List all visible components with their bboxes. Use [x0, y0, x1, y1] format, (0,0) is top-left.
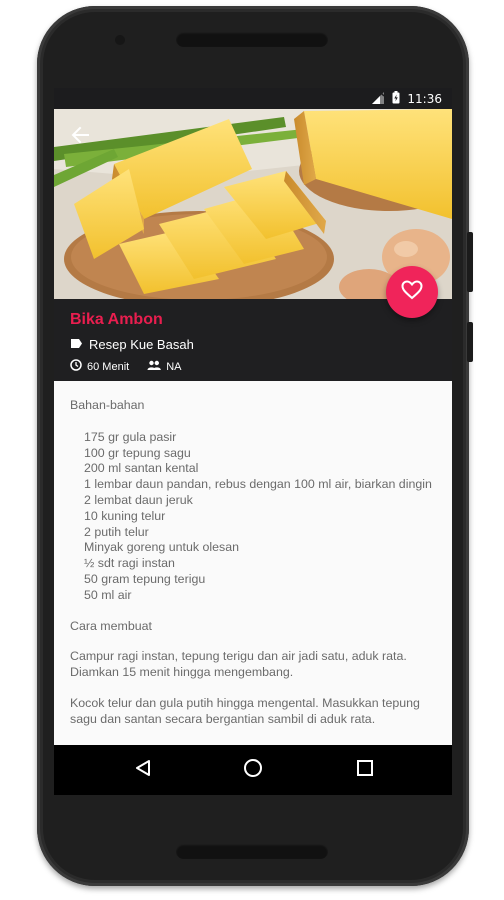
heart-icon: [401, 279, 423, 305]
ingredient-item: 200 ml santan kental: [84, 461, 199, 476]
category-label: Resep Kue Basah: [89, 337, 194, 352]
recipe-hero-image: [54, 109, 452, 299]
nav-recents-button[interactable]: [352, 757, 378, 783]
top-speaker: [176, 32, 328, 47]
arrow-back-icon: [71, 126, 89, 149]
clock-icon: [70, 359, 82, 374]
app-screen: 11:36 Bika Ambon Resep Kue Basah 60 Meni…: [54, 88, 452, 795]
duration-label: 60 Menit: [87, 360, 130, 373]
tag-icon: [70, 337, 83, 352]
ingredient-item: 100 gr tepung sagu: [84, 445, 191, 460]
back-button[interactable]: [66, 123, 94, 151]
ingredient-item: ½ sdt ragi instan: [84, 556, 175, 571]
recipe-meta: 60 Menit NA: [70, 359, 181, 374]
ingredients-list: 175 gr gula pasir 100 gr tepung sagu 200…: [70, 430, 440, 604]
bika-ambon-photo: [54, 109, 452, 299]
status-time: 11:36: [407, 92, 442, 106]
ingredient-item: Minyak goreng untuk olesan: [84, 540, 239, 555]
servings-label: NA: [166, 360, 182, 373]
ingredients-heading: Bahan-bahan: [70, 398, 145, 412]
nav-back-button[interactable]: [130, 757, 156, 783]
ingredient-item: 50 ml air: [84, 587, 132, 602]
status-bar: 11:36: [54, 88, 452, 109]
method-step: Kocok telur dan gula putih hingga mengen…: [70, 695, 420, 726]
recipe-category: Resep Kue Basah: [70, 337, 194, 352]
recipe-info-header: Bika Ambon Resep Kue Basah 60 Menit NA: [54, 299, 452, 381]
volume-button: [467, 232, 473, 292]
favorite-button[interactable]: [386, 266, 438, 318]
ingredient-item: 2 lembat daun jeruk: [84, 492, 193, 507]
bottom-speaker: [176, 844, 328, 859]
method-step: Campur ragi instan, tepung terigu dan ai…: [70, 649, 407, 680]
triangle-back-icon: [134, 759, 152, 782]
ingredient-item: 10 kuning telur: [84, 508, 166, 523]
ingredient-item: 1 lembar daun pandan, rebus dengan 100 m…: [84, 477, 432, 492]
square-recents-icon: [356, 759, 374, 782]
ingredient-item: 50 gram tepung terigu: [84, 571, 206, 586]
recipe-title: Bika Ambon: [70, 311, 163, 328]
circle-home-icon: [243, 758, 263, 783]
power-button: [467, 322, 473, 362]
nav-home-button[interactable]: [240, 757, 266, 783]
signal-icon: [372, 91, 385, 107]
battery-icon: [392, 91, 400, 107]
method-heading: Cara membuat: [70, 618, 152, 633]
system-nav-bar: [54, 745, 452, 795]
ingredient-item: 2 putih telur: [84, 524, 149, 539]
ingredient-item: 175 gr gula pasir: [84, 429, 177, 444]
front-camera: [115, 35, 125, 45]
people-icon: [147, 360, 162, 373]
recipe-content[interactable]: Bahan-bahan 175 gr gula pasir 100 gr tep…: [54, 381, 452, 745]
